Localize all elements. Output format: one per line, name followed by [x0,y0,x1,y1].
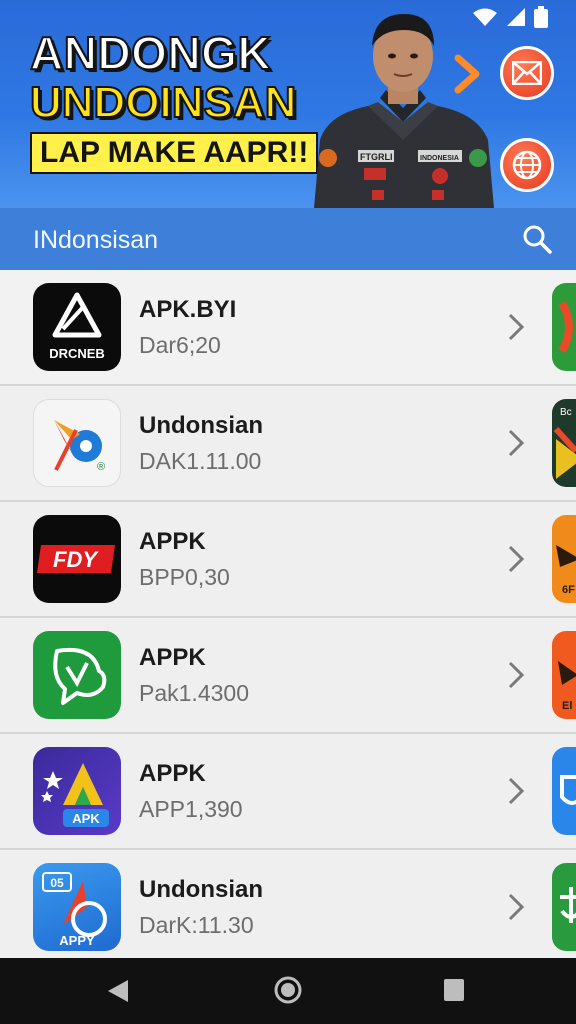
globe-button[interactable] [500,138,554,192]
app-icon-5: APK [33,747,121,835]
app-icon-6: 05 APPY [33,863,121,951]
app-name: APPK [139,528,206,555]
list-item[interactable]: APK APPK APP1,390 [0,734,576,850]
app-icon-badge: 05 [50,876,64,890]
app-name: Undonsian [139,876,263,903]
peek-card[interactable] [552,863,576,951]
system-nav-bar [0,958,576,1024]
app-icon-text: APPY [59,933,95,948]
mail-button[interactable] [500,46,554,100]
banner-line-2: UNDOINSAN [29,77,297,128]
list-item[interactable]: 05 APPY Undonsian DarK:11.30 [0,850,576,964]
uniform-badge-right: INDONESIA [420,155,459,162]
peek-card[interactable] [552,747,576,835]
peek-text: El [562,700,572,712]
list-item[interactable]: DRCNEB APK.BYI Dar6;20 [0,270,576,386]
chevron-right-icon [508,777,525,805]
chevron-right-icon [508,429,525,457]
app-icon-1: DRCNEB [33,283,121,371]
app-icon-2: ® [33,399,121,487]
app-name: Undonsian [139,412,263,439]
chevron-right-icon [508,893,525,921]
app-icon-text: FDY [53,547,99,572]
peek-card[interactable]: 6F [552,515,576,603]
app-list: DRCNEB APK.BYI Dar6;20 ® Undonsian DAK1.… [0,270,576,964]
promo-banner[interactable]: ANDONGK UNDOINSAN LAP MAKE AAPR!! FTGRLI… [0,0,576,208]
app-name: APPK [139,644,206,671]
app-icon-text: ® [97,461,105,473]
home-icon[interactable] [274,976,302,1004]
app-icon-3: FDY [33,515,121,603]
search-icon[interactable] [520,222,554,256]
banner-headline: ANDONGK UNDOINSAN LAP MAKE AAPR!! [29,27,319,174]
chevron-right-icon[interactable] [452,54,482,94]
app-name: APK.BYI [139,296,237,323]
app-version: Pak1.4300 [139,680,249,706]
uniform-badge-left: FTGRLI [360,152,393,162]
banner-line-3: LAP MAKE AAPR!! [30,132,319,174]
app-version: DarK:11.30 [139,912,254,938]
signal-icon [507,8,525,26]
peek-card[interactable]: Bc [552,399,576,487]
banner-line-1: ANDONGK [29,27,272,79]
app-version: DAK1.11.00 [139,448,262,474]
chevron-right-icon [508,661,525,689]
app-version: BPP0,30 [139,564,230,590]
globe-icon [512,150,542,180]
back-icon[interactable] [106,978,130,1004]
app-icon-4 [33,631,121,719]
chevron-right-icon [508,313,525,341]
peek-text: 6F [562,584,575,596]
battery-icon [534,6,548,28]
list-item[interactable]: FDY APPK BPP0,30 6F [0,502,576,618]
list-item[interactable]: APPK Pak1.4300 El [0,618,576,734]
app-icon-text: APK [72,811,100,826]
peek-card[interactable] [552,283,576,371]
page-title: INdonsisan [33,226,159,254]
list-item[interactable]: ® Undonsian DAK1.11.00 Bc [0,386,576,502]
peek-text: Bc [560,407,572,418]
app-name: APPK [139,760,206,787]
app-version: Dar6;20 [139,332,221,358]
app-bar: INdonsisan [0,208,576,271]
chevron-right-icon [508,545,525,573]
recents-icon[interactable] [443,978,465,1002]
mail-icon [512,61,542,85]
app-icon-text: DRCNEB [49,346,105,361]
officer-photo: FTGRLI INDONESIA [314,14,494,208]
peek-card[interactable]: El [552,631,576,719]
app-version: APP1,390 [139,796,243,822]
